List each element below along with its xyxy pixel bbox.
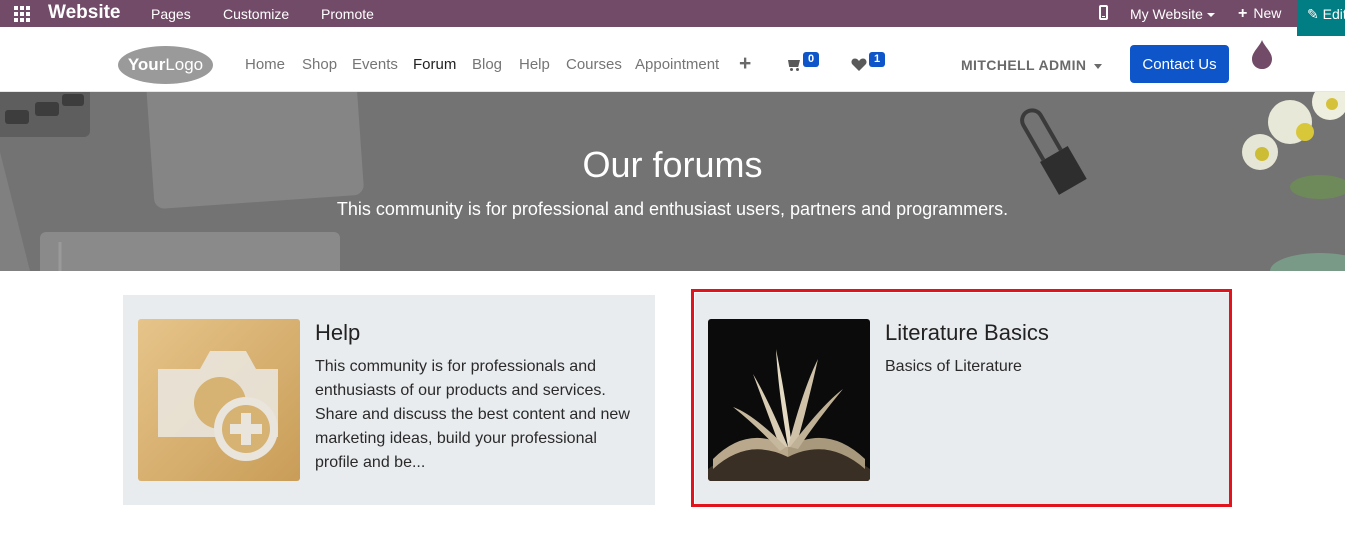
cart-icon[interactable] bbox=[786, 58, 800, 71]
mobile-preview-icon[interactable] bbox=[1099, 5, 1108, 20]
new-button-label: New bbox=[1253, 5, 1282, 21]
user-menu[interactable]: MITCHELL ADMIN bbox=[961, 57, 1103, 73]
edit-button-label: Edit bbox=[1322, 6, 1345, 22]
nav-courses[interactable]: Courses bbox=[566, 56, 622, 73]
new-button[interactable]: + New bbox=[1238, 5, 1281, 23]
user-name: MITCHELL ADMIN bbox=[961, 57, 1087, 73]
admin-bar: Website Pages Customize Promote My Websi… bbox=[0, 0, 1345, 27]
logo-text-bold: Your bbox=[127, 55, 166, 74]
nav-home[interactable]: Home bbox=[245, 56, 285, 73]
logo-text: Logo bbox=[165, 55, 204, 74]
hero-subtitle: This community is for professional and e… bbox=[336, 199, 1009, 219]
add-menu-plus-icon[interactable]: + bbox=[739, 52, 751, 76]
menu-promote[interactable]: Promote bbox=[321, 6, 374, 22]
website-switcher[interactable]: My Website bbox=[1130, 6, 1215, 22]
camera-plus-icon bbox=[138, 319, 300, 481]
theme-drop-icon[interactable] bbox=[1251, 38, 1273, 70]
highlight-box bbox=[691, 289, 1232, 507]
wishlist-count-badge: 1 bbox=[869, 52, 885, 67]
caret-down-icon bbox=[1206, 13, 1215, 18]
site-logo[interactable]: Your Logo bbox=[118, 46, 213, 84]
nav-shop[interactable]: Shop bbox=[302, 56, 337, 73]
plus-icon: + bbox=[1238, 5, 1248, 22]
website-switcher-label: My Website bbox=[1130, 6, 1203, 22]
forum-card-help[interactable]: Help This community is for professionals… bbox=[123, 295, 655, 505]
nav-forum[interactable]: Forum bbox=[413, 56, 456, 73]
wishlist-heart-icon[interactable] bbox=[851, 57, 867, 72]
nav-appointment[interactable]: Appointment bbox=[635, 56, 719, 73]
nav-blog[interactable]: Blog bbox=[472, 56, 502, 73]
pencil-icon: ✎ bbox=[1307, 6, 1319, 22]
site-header: Your Logo Home Shop Events Forum Blog Hel… bbox=[0, 36, 1345, 92]
menu-customize[interactable]: Customize bbox=[223, 6, 289, 22]
nav-events[interactable]: Events bbox=[352, 56, 398, 73]
forum-description: This community is for professionals and … bbox=[315, 358, 630, 471]
apps-grid-icon[interactable] bbox=[14, 6, 31, 22]
cart-count-badge: 0 bbox=[803, 52, 819, 67]
nav-help[interactable]: Help bbox=[519, 56, 550, 73]
contact-us-button[interactable]: Contact Us bbox=[1130, 45, 1229, 83]
app-title[interactable]: Website bbox=[48, 2, 121, 24]
menu-pages[interactable]: Pages bbox=[151, 6, 191, 22]
caret-down-icon bbox=[1094, 63, 1103, 69]
forum-image-placeholder bbox=[138, 319, 300, 481]
forum-title[interactable]: Help bbox=[315, 320, 360, 346]
hero-banner: Our forums This community is for profess… bbox=[0, 92, 1345, 271]
edit-button[interactable]: ✎ Edit bbox=[1297, 0, 1345, 36]
hero-title: Our forums bbox=[582, 144, 763, 185]
